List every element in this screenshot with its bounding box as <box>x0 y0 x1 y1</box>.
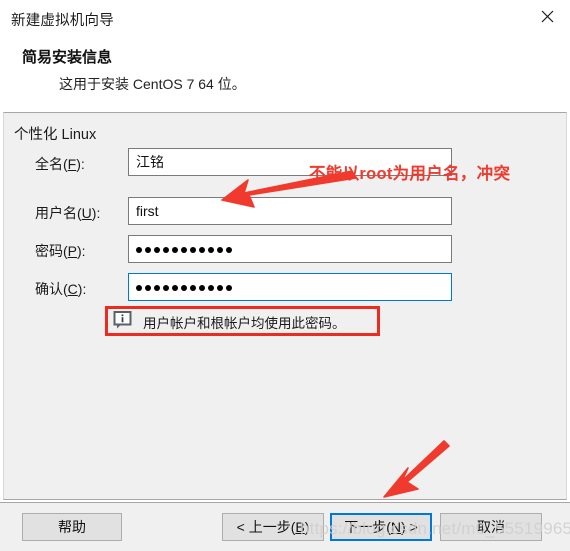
close-button[interactable] <box>524 0 570 33</box>
confirm-password-mask <box>136 284 232 291</box>
password-label: 密码(P): <box>35 243 86 259</box>
full-name-value: 江铭 <box>136 154 164 170</box>
confirm-password-label: 确认(C): <box>35 281 87 297</box>
page-title: 简易安装信息 <box>22 49 113 66</box>
section-title: 个性化 Linux <box>14 127 97 143</box>
watermark: https://blog.csdn.net/m0_55519965 <box>300 519 570 538</box>
confirm-password-input[interactable] <box>128 273 452 301</box>
close-icon <box>541 10 554 23</box>
help-button[interactable]: 帮助 <box>22 513 122 541</box>
user-name-label: 用户名(U): <box>35 205 101 221</box>
window-title: 新建虚拟机向导 <box>11 13 114 29</box>
wizard-header: 简易安装信息 这用于安装 CentOS 7 64 位。 <box>0 36 570 110</box>
page-subtitle: 这用于安装 CentOS 7 64 位。 <box>59 76 246 92</box>
user-name-value: first <box>136 203 159 219</box>
title-bar: 新建虚拟机向导 <box>0 0 570 36</box>
user-name-input[interactable]: first <box>128 197 452 225</box>
new-vm-wizard-dialog: 新建虚拟机向导 简易安装信息 这用于安装 CentOS 7 64 位。 个性化 … <box>0 0 570 551</box>
username-annotation-text: 不能以root为用户名，冲突 <box>309 165 511 183</box>
password-note-text: 用户帐户和根帐户均使用此密码。 <box>143 316 346 331</box>
password-mask <box>136 246 232 253</box>
full-name-label: 全名(F): <box>35 156 85 172</box>
info-bubble-icon <box>113 311 133 330</box>
password-input[interactable] <box>128 235 452 263</box>
